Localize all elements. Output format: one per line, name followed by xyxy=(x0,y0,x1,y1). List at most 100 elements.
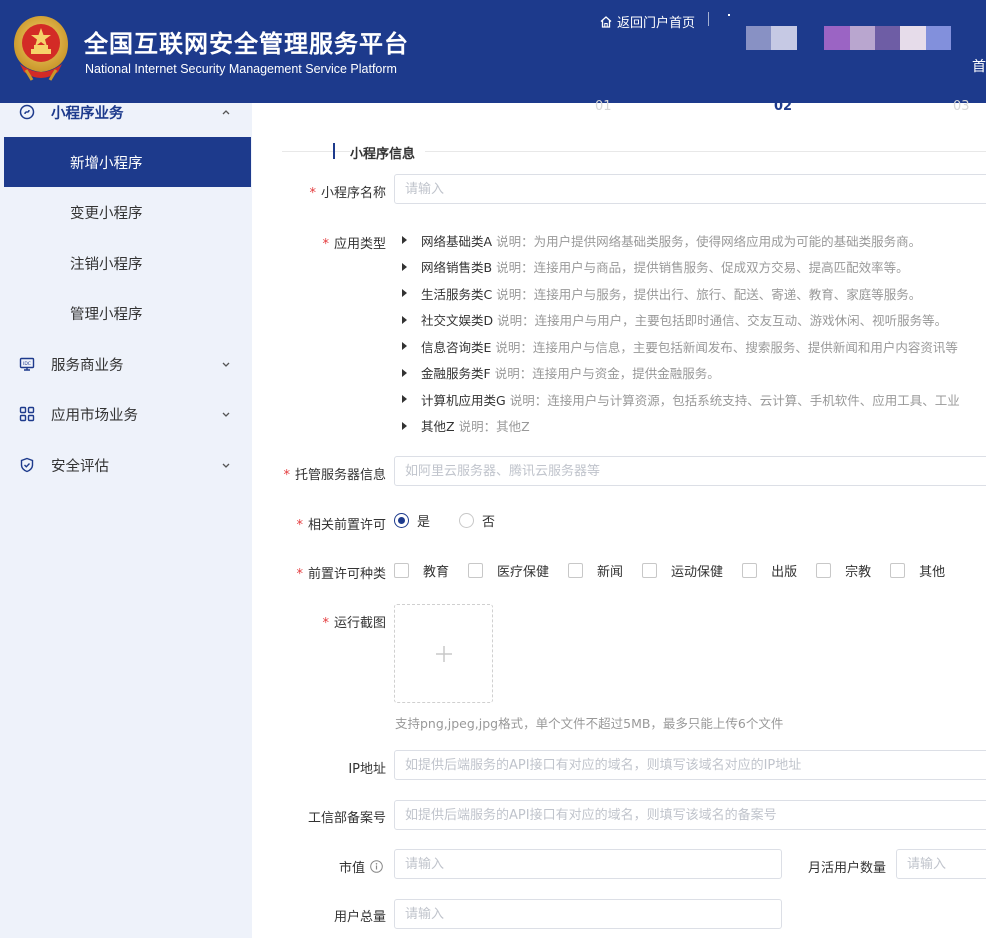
shield-check-icon xyxy=(18,456,36,474)
miit-record-input[interactable] xyxy=(394,800,986,830)
checkbox[interactable] xyxy=(642,563,658,578)
blurred-user-info xyxy=(824,26,850,50)
app-type-item[interactable]: 网络基础类A 说明：为用户提供网络基础类服务，使得网络应用成为可能的基础类服务商。 xyxy=(402,227,986,254)
radio-yes[interactable] xyxy=(394,513,409,528)
blurred-user-info xyxy=(926,26,951,50)
sidebar-item-change-mini-program[interactable]: 变更小程序 xyxy=(0,187,252,237)
radio-yes-label: 是 xyxy=(417,515,431,530)
header-divider xyxy=(708,12,709,26)
checkbox-healthcare[interactable]: 医疗保健 xyxy=(468,561,549,580)
app-type-desc: 说明：连接用户与资金，提供金融服务。 xyxy=(494,366,720,382)
app-type-desc: 说明：连接用户与用户，主要包括即时通信、交友互动、游戏休闲、视听服务等。 xyxy=(497,313,948,329)
miit-label: 工信部备案号 xyxy=(308,807,386,826)
plus-icon xyxy=(435,645,452,662)
radio-no-label: 否 xyxy=(482,515,496,530)
app-type-item[interactable]: 计算机应用类G 说明：连接用户与计算资源，包括系统支持、云计算、手机软件、应用工具… xyxy=(402,386,986,413)
sidebar-item-label: 注销小程序 xyxy=(70,256,143,273)
checkbox[interactable] xyxy=(742,563,758,578)
checkbox-religion[interactable]: 宗教 xyxy=(816,561,871,580)
chevron-down-icon xyxy=(222,412,230,417)
label-text: 月活用户数量 xyxy=(808,861,887,876)
triangle-right-icon xyxy=(402,236,407,245)
sidebar-group-security-assessment[interactable]: 安全评估 xyxy=(0,440,252,490)
checkbox[interactable] xyxy=(468,563,484,578)
app-type-name: 社交文娱类D xyxy=(421,313,494,329)
sidebar-group-label: 小程序业务 xyxy=(51,105,124,122)
national-emblem-icon xyxy=(14,16,68,81)
triangle-right-icon xyxy=(402,421,407,430)
triangle-right-icon xyxy=(402,395,407,404)
sidebar-item-manage-mini-program[interactable]: 管理小程序 xyxy=(0,288,252,338)
required-mark: * xyxy=(309,186,316,201)
chevron-down-icon xyxy=(222,463,230,468)
total-users-input[interactable] xyxy=(394,899,782,929)
checkbox-education[interactable]: 教育 xyxy=(394,561,449,580)
mini-program-name-input[interactable] xyxy=(394,174,986,204)
sidebar-group-app-market[interactable]: 应用市场业务 xyxy=(0,389,252,439)
platform-title: 全国互联网安全管理服务平台 xyxy=(84,30,409,58)
label-text: 用户总量 xyxy=(333,910,386,925)
screenshot-upload-area[interactable] xyxy=(394,604,493,703)
required-mark: * xyxy=(283,468,290,483)
app-type-desc: 说明：为用户提供网络基础类服务，使得网络应用成为可能的基础类服务商。 xyxy=(496,233,922,249)
section-title: 小程序信息 xyxy=(350,143,426,162)
checkbox[interactable] xyxy=(394,563,409,578)
app-type-name: 网络销售类B xyxy=(421,260,493,276)
pre-permit-radio-group: 是 否 xyxy=(394,511,495,530)
checkbox-sports-health[interactable]: 运动保健 xyxy=(642,561,723,580)
checkbox-publishing[interactable]: 出版 xyxy=(742,561,797,580)
app-type-name: 计算机应用类G xyxy=(421,392,506,408)
required-mark: * xyxy=(296,567,303,582)
label-text: 应用类型 xyxy=(333,237,386,252)
app-type-name: 信息咨询类E xyxy=(421,339,492,355)
label-text: IP地址 xyxy=(348,762,386,777)
mau-label: 月活用户数量 xyxy=(808,857,886,876)
back-to-portal-link[interactable]: 返回门户首页 xyxy=(599,12,695,31)
step-1: 01 xyxy=(595,99,612,114)
sidebar: 小程序业务 新增小程序 变更小程序 注销小程序 管理小程序 IDC 服务商业务 … xyxy=(0,103,252,938)
triangle-right-icon xyxy=(402,368,407,377)
upload-hint: 支持png,jpeg,jpg格式，单个文件不超过5MB，最多只能上传6个文件 xyxy=(395,716,784,731)
checkbox-other[interactable]: 其他 xyxy=(890,561,945,580)
market-value-input[interactable] xyxy=(394,849,782,879)
sidebar-group-mini-program[interactable]: 小程序业务 xyxy=(0,87,252,137)
checkbox-label: 医疗保健 xyxy=(497,565,550,580)
app-type-item[interactable]: 网络销售类B 说明：连接用户与商品，提供销售服务、促成双方交易、提高匹配效率等。 xyxy=(402,254,986,281)
platform-subtitle: National Internet Security Management Se… xyxy=(85,62,397,76)
sidebar-item-cancel-mini-program[interactable]: 注销小程序 xyxy=(0,238,252,288)
monitor-icon: IDC xyxy=(18,355,36,373)
chevron-down-icon xyxy=(222,362,230,367)
chevron-up-icon xyxy=(222,110,230,115)
market-value-label: 市值 xyxy=(339,857,383,876)
checkbox[interactable] xyxy=(568,563,584,578)
label-text: 托管服务器信息 xyxy=(294,468,386,483)
home-icon xyxy=(600,15,612,28)
app-type-item[interactable]: 信息咨询类E 说明：连接用户与信息，主要包括新闻发布、搜索服务、提供新闻和用户内容… xyxy=(402,333,986,360)
permit-types-checkbox-group: 教育 医疗保健 新闻 运动保健 出版 宗教 其他 xyxy=(394,561,964,580)
monthly-active-users-input[interactable] xyxy=(896,849,986,879)
sidebar-item-label: 管理小程序 xyxy=(70,306,143,323)
checkbox-label: 出版 xyxy=(771,565,798,580)
header-home-link[interactable]: 首 xyxy=(972,56,986,76)
app-type-item[interactable]: 其他Z 说明：其他Z xyxy=(402,413,986,440)
app-type-item[interactable]: 金融服务类F 说明：连接用户与资金，提供金融服务。 xyxy=(402,360,986,387)
step-3: 03 xyxy=(953,99,970,114)
sidebar-group-service-provider[interactable]: IDC 服务商业务 xyxy=(0,339,252,389)
checkbox[interactable] xyxy=(816,563,832,578)
grid-icon xyxy=(18,405,36,423)
app-type-item[interactable]: 生活服务类C 说明：连接用户与服务，提供出行、旅行、配送、寄递、教育、家庭等服务。 xyxy=(402,280,986,307)
required-mark: * xyxy=(322,237,329,252)
checkbox-news[interactable]: 新闻 xyxy=(568,561,623,580)
ip-address-input[interactable] xyxy=(394,750,986,780)
hosting-server-input[interactable] xyxy=(394,456,986,486)
radio-no[interactable] xyxy=(459,513,475,528)
app-type-item[interactable]: 社交文娱类D 说明：连接用户与用户，主要包括即时通信、交友互动、游戏休闲、视听服务… xyxy=(402,307,986,334)
sidebar-item-add-mini-program[interactable]: 新增小程序 xyxy=(4,137,251,187)
required-mark: * xyxy=(296,518,303,533)
info-icon[interactable] xyxy=(370,860,383,873)
app-type-label: * 应用类型 xyxy=(322,233,386,252)
label-text: 市值 xyxy=(338,861,365,876)
checkbox[interactable] xyxy=(890,563,906,578)
hosting-label: * 托管服务器信息 xyxy=(283,464,386,483)
app-type-desc: 说明：其他Z xyxy=(458,419,530,435)
